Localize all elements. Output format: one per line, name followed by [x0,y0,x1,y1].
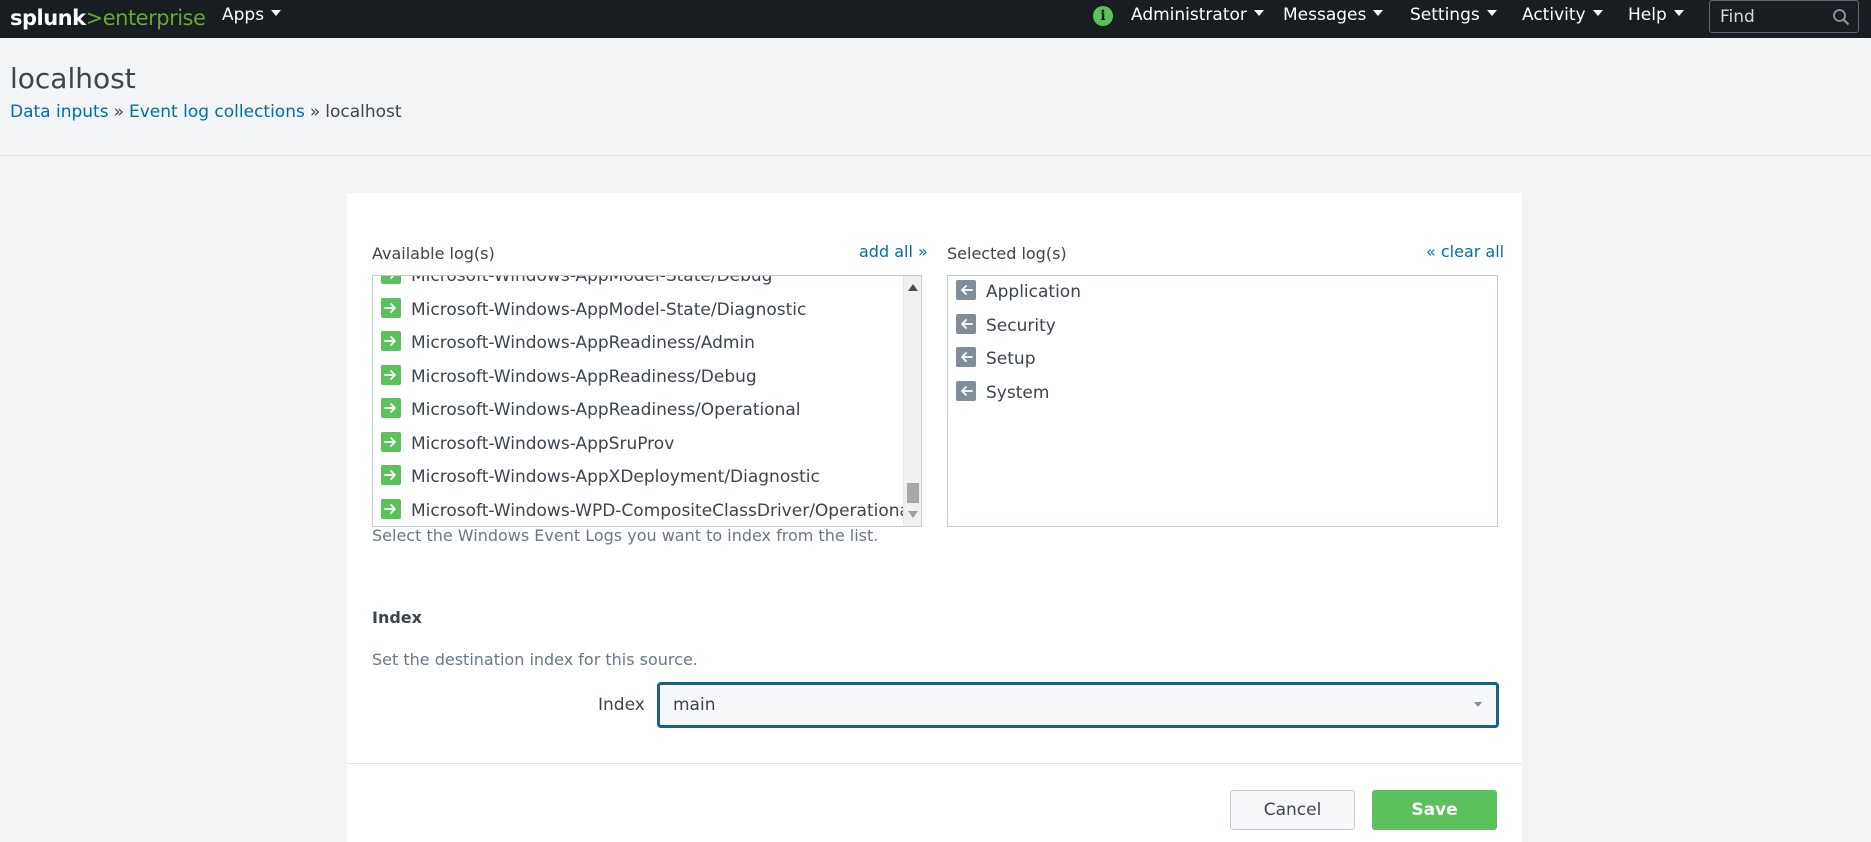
arrow-left-icon[interactable] [956,280,976,300]
arrow-left-icon[interactable] [956,313,976,334]
log-item-label: Microsoft-Windows-AppReadiness/Debug [411,366,757,387]
index-select[interactable]: main [657,682,1499,728]
log-item-label: Microsoft-Windows-AppReadiness/Operation… [411,400,801,420]
log-item-label: Microsoft-Windows-AppXDeployment/Diagnos… [411,467,820,487]
available-logs-label: Available log(s) [372,244,495,263]
index-help-text: Set the destination index for this sourc… [372,650,698,669]
arrow-right-icon[interactable] [381,398,401,418]
log-item-label: Microsoft-Windows-AppReadiness/Admin [411,333,755,353]
arrow-right-icon[interactable] [381,331,401,351]
selected-log-item[interactable]: Security [956,312,1056,340]
chevron-down-icon [1486,10,1497,16]
chevron-down-icon [1673,10,1684,16]
log-item-label: Security [986,315,1056,336]
find-box [1709,0,1859,33]
index-section-title: Index [372,608,422,627]
scroll-up-icon[interactable] [908,284,918,291]
info-icon[interactable]: i [1093,6,1113,26]
splunk-logo[interactable]: splunk>enterprise [10,3,206,33]
available-log-item[interactable]: Microsoft-Windows-AppReadiness/Operation… [381,396,801,424]
apps-menu[interactable]: Apps [222,0,282,31]
selected-logs-list[interactable]: Application Security Setup System [947,275,1498,527]
available-log-item[interactable]: Microsoft-Windows-AppModel-State/Diagnos… [381,296,806,324]
chevron-down-icon [1474,702,1482,707]
divider [347,763,1522,764]
search-icon[interactable] [1832,8,1850,26]
selected-log-item[interactable]: Application [956,278,1081,306]
selected-log-item[interactable]: System [956,379,1049,407]
page-title: localhost [10,62,136,95]
user-menu[interactable]: Administrator [1131,0,1264,31]
arrow-right-icon[interactable] [381,297,401,318]
breadcrumb-separator: » [309,102,321,122]
index-field-label: Index [598,695,645,715]
chevron-down-icon [1253,10,1264,16]
arrow-right-icon[interactable] [381,431,401,452]
scrollbar[interactable] [903,276,921,526]
arrow-right-icon[interactable] [381,364,401,385]
arrow-right-icon[interactable] [381,276,401,284]
available-log-item[interactable]: Microsoft-Windows-AppReadiness/Debug [381,363,757,391]
clear-all-link[interactable]: « clear all [1426,242,1504,261]
arrow-left-icon[interactable] [956,347,976,367]
available-log-item[interactable]: Microsoft-Windows-AppModel-State/Debug [381,275,773,290]
logs-help-text: Select the Windows Event Logs you want t… [372,526,879,545]
arrow-right-icon[interactable] [381,465,401,485]
chevron-down-icon [1373,10,1384,16]
index-select-value: main [673,695,716,715]
add-all-link[interactable]: add all » [859,242,928,261]
log-item-label: Microsoft-Windows-AppModel-State/Diagnos… [411,299,807,320]
breadcrumb-current: localhost [325,102,402,122]
available-log-item[interactable]: Microsoft-Windows-AppReadiness/Admin [381,329,755,357]
chevron-down-icon [1592,10,1603,16]
messages-menu[interactable]: Messages [1283,0,1384,31]
page-header: localhost Data inputs» Event log collecti… [0,38,1871,156]
log-item-label: Microsoft-Windows-WPD-CompositeClassDriv… [411,500,915,521]
arrow-left-icon[interactable] [956,380,976,401]
available-log-item[interactable]: Microsoft-Windows-WPD-CompositeClassDriv… [381,497,915,525]
available-log-item[interactable]: Microsoft-Windows-AppSruProv [381,430,674,458]
activity-menu[interactable]: Activity [1522,0,1603,31]
available-logs-list[interactable]: Microsoft-Windows-AppModel-State/Debug Mi… [372,275,922,527]
log-item-label: Microsoft-Windows-AppModel-State/Debug [411,275,773,286]
log-item-label: System [986,382,1050,403]
save-button[interactable]: Save [1372,790,1497,830]
scroll-down-icon[interactable] [908,511,918,518]
form-panel: Available log(s) add all » Microsoft-Win… [347,193,1522,842]
available-log-item[interactable]: Microsoft-Windows-AppXDeployment/Diagnos… [381,463,820,491]
log-item-label: Application [986,282,1081,302]
top-nav-bar: splunk>enterprise Apps i Administrator M… [0,0,1871,38]
arrow-right-icon[interactable] [381,498,401,519]
settings-menu[interactable]: Settings [1410,0,1497,31]
scroll-thumb[interactable] [907,483,919,503]
help-menu[interactable]: Help [1628,0,1684,31]
selected-logs-label: Selected log(s) [947,244,1067,263]
breadcrumb-separator: » [113,102,124,122]
cancel-button[interactable]: Cancel [1230,790,1355,830]
log-item-label: Setup [986,349,1036,369]
chevron-down-icon [271,10,282,16]
breadcrumb-data-inputs[interactable]: Data inputs [10,102,109,122]
breadcrumb-event-log-collections[interactable]: Event log collections [129,102,305,122]
log-item-label: Microsoft-Windows-AppSruProv [411,433,675,454]
selected-log-item[interactable]: Setup [956,345,1035,373]
find-input[interactable] [1718,4,1832,30]
breadcrumb: Data inputs» Event log collections» localh… [10,102,402,122]
